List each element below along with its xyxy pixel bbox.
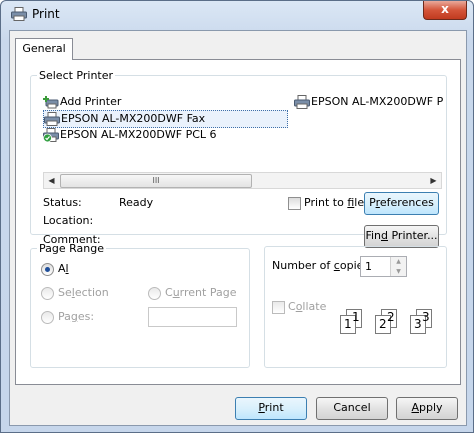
printer-item-label: EPSON AL-MX200DWF Fax bbox=[61, 112, 206, 125]
status-value: Ready bbox=[119, 196, 154, 209]
number-of-copies-label: Number of copies: bbox=[272, 259, 373, 272]
pages-label: Pages: bbox=[58, 310, 95, 323]
printer-icon bbox=[44, 112, 60, 126]
find-printer-button[interactable]: Find Printer... bbox=[364, 225, 439, 248]
print-dialog: Print x General Select Printer Add Print… bbox=[0, 0, 474, 433]
pages-input[interactable] bbox=[148, 307, 237, 327]
scroll-left-icon[interactable]: ◀ bbox=[44, 173, 59, 188]
current-page-radio[interactable] bbox=[148, 287, 161, 300]
printer-list-scrollbar[interactable]: ◀ III ▶ bbox=[43, 172, 442, 189]
scroll-right-icon[interactable]: ▶ bbox=[426, 173, 441, 188]
location-label: Location: bbox=[43, 214, 94, 227]
all-radio[interactable] bbox=[41, 263, 54, 276]
spin-up-icon[interactable]: ▲ bbox=[391, 257, 406, 266]
select-printer-legend: Select Printer bbox=[39, 69, 114, 82]
copies-spinner[interactable]: ▲ ▼ bbox=[390, 257, 406, 276]
selection-label: Selection bbox=[58, 286, 109, 299]
select-printer-group: Select Printer Add Printer EPSON AL-MX20… bbox=[30, 69, 447, 248]
printer-item-epson-p[interactable]: EPSON AL-MX200DWF P bbox=[294, 94, 444, 110]
print-to-file-label[interactable]: Print to file bbox=[304, 196, 364, 209]
tab-general[interactable]: General bbox=[15, 38, 73, 60]
printer-icon bbox=[294, 95, 310, 109]
window-title: Print bbox=[32, 7, 60, 21]
scroll-thumb[interactable]: III bbox=[60, 174, 252, 188]
copies-value: 1 bbox=[365, 260, 372, 273]
printer-item-label: EPSON AL-MX200DWF P bbox=[311, 95, 444, 108]
printer-item-epson-fax[interactable]: EPSON AL-MX200DWF Fax bbox=[43, 110, 288, 128]
spin-down-icon[interactable]: ▼ bbox=[391, 267, 406, 276]
copies-input[interactable]: 1 ▲ ▼ bbox=[360, 256, 407, 277]
dialog-body: General Select Printer Add Printer EPSON… bbox=[9, 30, 467, 426]
page-range-legend: Page Range bbox=[39, 242, 104, 255]
printer-item-label: EPSON AL-MX200DWF PCL 6 bbox=[60, 128, 217, 141]
close-button[interactable]: x bbox=[423, 1, 467, 20]
page-range-group: Page Range Al Selection Current Page Pag… bbox=[30, 242, 250, 368]
status-label: Status: bbox=[43, 196, 82, 209]
print-to-file-checkbox[interactable] bbox=[288, 197, 301, 210]
current-page-label: Current Page bbox=[165, 286, 237, 299]
all-label[interactable]: Al bbox=[58, 262, 69, 275]
default-printer-icon bbox=[43, 128, 59, 142]
printer-item-label: Add Printer bbox=[60, 95, 122, 108]
print-button[interactable]: Print bbox=[235, 397, 307, 420]
cancel-button[interactable]: Cancel bbox=[316, 397, 388, 420]
printer-item-add-printer[interactable]: Add Printer bbox=[43, 94, 203, 110]
printer-item-epson-pcl6[interactable]: EPSON AL-MX200DWF PCL 6 bbox=[43, 127, 243, 143]
collate-label: Collate bbox=[288, 300, 327, 313]
apply-button[interactable]: Apply bbox=[396, 397, 458, 420]
printer-icon bbox=[11, 7, 27, 21]
pages-radio[interactable] bbox=[41, 311, 54, 324]
tab-panel-general: Select Printer Add Printer EPSON AL-MX20… bbox=[15, 59, 461, 385]
selection-radio[interactable] bbox=[41, 287, 54, 300]
printer-list[interactable]: Add Printer EPSON AL-MX200DWF P EPSON AL… bbox=[43, 92, 443, 172]
title-bar[interactable]: Print x bbox=[1, 1, 473, 27]
copies-group: Number of copies: 1 ▲ ▼ Collate 1 1 2 2 … bbox=[264, 246, 447, 368]
add-printer-icon bbox=[43, 96, 59, 109]
collate-checkbox[interactable] bbox=[272, 301, 285, 314]
preferences-button[interactable]: Preferences bbox=[364, 192, 439, 215]
